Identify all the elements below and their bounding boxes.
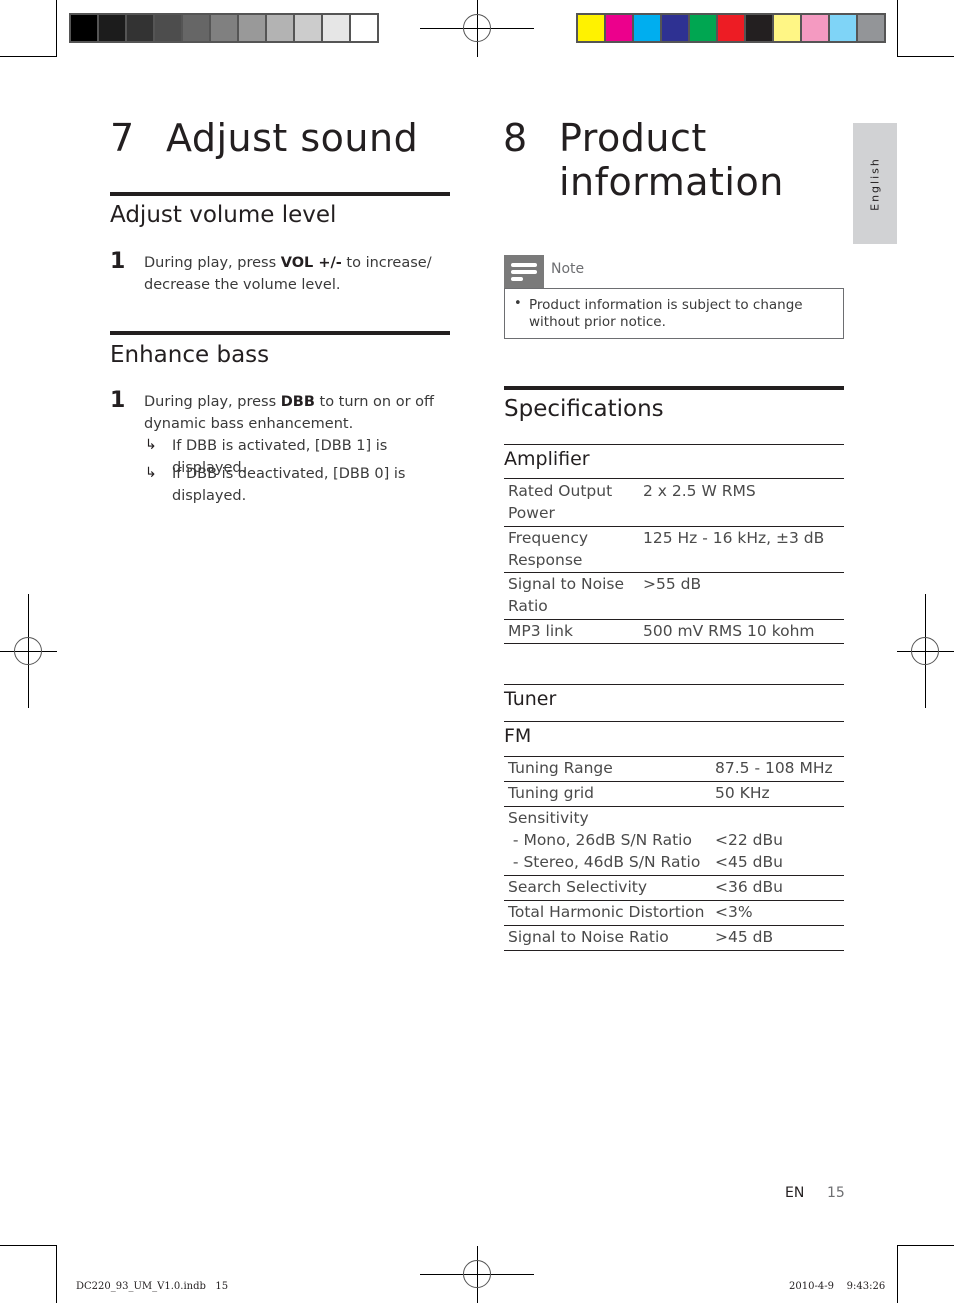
spec-label: MP3 link <box>508 622 573 640</box>
process-color-bar <box>576 13 886 43</box>
gray-swatch <box>323 15 349 41</box>
spec-row: Tuning Range 87.5 - 108 MHz <box>504 757 844 782</box>
note-text: Product information is subject to change… <box>529 297 803 330</box>
spec-label: Signal to Noise Ratio <box>508 928 669 946</box>
gray-swatch <box>71 15 97 41</box>
gray-swatch <box>211 15 237 41</box>
step-text-volume: During play, press VOL +/- to increase/ … <box>144 252 444 296</box>
gray-swatch <box>239 15 265 41</box>
spec-row: Search Selectivity <36 dBu <box>504 876 844 901</box>
color-swatch <box>662 15 688 41</box>
spec-value: 500 mV RMS 10 kohm <box>643 622 815 640</box>
spec-label: Tuning Range <box>508 759 613 777</box>
spec-value: 50 KHz <box>715 784 770 802</box>
spec-value: >45 dB <box>715 928 774 946</box>
section-divider <box>110 331 450 335</box>
table-divider <box>504 444 844 445</box>
spec-value: >55 dB <box>643 575 702 593</box>
gray-swatch <box>99 15 125 41</box>
fm-band-heading: FM <box>504 725 532 747</box>
spec-label: Total Harmonic Distortion <box>508 903 705 921</box>
spec-row: Frequency Response 125 Hz - 16 kHz, ±3 dB <box>504 526 844 573</box>
color-swatch <box>858 15 884 41</box>
table-divider <box>504 684 844 685</box>
spec-label: Tuning grid <box>508 784 595 802</box>
spec-label: - Stereo, 46dB S/N Ratio <box>508 853 701 871</box>
color-swatch <box>746 15 772 41</box>
color-swatch <box>634 15 660 41</box>
spec-row: Sensitivity - Mono, 26dB S/N Ratio <22 dB… <box>504 807 844 876</box>
note-label: Note <box>551 261 585 277</box>
slug-filename: DC220_93_UM_V1.0.indb 15 <box>76 1281 229 1292</box>
spec-value: 2 x 2.5 W RMS <box>643 482 756 500</box>
color-swatch <box>774 15 800 41</box>
chapter-7-title: 7 Adjust sound <box>110 116 418 160</box>
chapter-title-line2: information <box>559 160 784 204</box>
specifications-heading: Specifications <box>504 396 664 422</box>
gray-swatch <box>267 15 293 41</box>
result-text: If DBB is deactivated, [DBB 0] is displa… <box>172 466 406 504</box>
tuner-heading: Tuner <box>504 688 557 710</box>
spec-label: Frequency Response <box>508 529 589 569</box>
color-swatch <box>578 15 604 41</box>
spec-row: MP3 link 500 mV RMS 10 kohm <box>504 619 844 644</box>
spec-row: Rated Output Power 2 x 2.5 W RMS <box>504 479 844 527</box>
color-swatch <box>802 15 828 41</box>
note-box: • Product information is subject to chan… <box>504 288 844 339</box>
step-number: 1 <box>110 388 126 413</box>
spec-row: Total Harmonic Distortion <3% <box>504 901 844 926</box>
key-dbb: DBB <box>280 394 315 410</box>
key-vol: VOL +/- <box>280 255 342 271</box>
spec-value: <22 dBu <box>715 831 783 849</box>
chapter-number: 7 <box>110 116 135 160</box>
note-icon <box>504 255 544 288</box>
spec-label: - Mono, 26dB S/N Ratio <box>508 831 692 849</box>
bullet: • <box>514 296 522 311</box>
section-divider <box>110 192 450 196</box>
gray-swatch <box>351 15 377 41</box>
spec-row: Tuning grid 50 KHz <box>504 782 844 807</box>
footer-language: EN <box>785 1185 805 1201</box>
step-text-pre: During play, press <box>144 255 281 271</box>
language-tab: English <box>853 123 897 244</box>
result-arrow-icon: ↳ <box>145 437 157 453</box>
spec-value: <45 dBu <box>715 853 783 871</box>
spec-value: 125 Hz - 16 kHz, ±3 dB <box>643 529 825 547</box>
spec-row: Signal to Noise Ratio >55 dB <box>504 572 844 620</box>
gray-swatch <box>127 15 153 41</box>
amplifier-heading: Amplifier <box>504 448 590 470</box>
spec-label: Signal to Noise Ratio <box>508 575 625 615</box>
slug-timestamp: 2010-4-9 9:43:26 <box>789 1281 886 1292</box>
gray-swatch <box>155 15 181 41</box>
step-text-dbb: During play, press DBB to turn on or off… <box>144 391 444 435</box>
spec-label: Search Selectivity <box>508 878 648 896</box>
step-number: 1 <box>110 249 126 274</box>
grayscale-color-bar <box>69 13 379 43</box>
page-number: 15 <box>827 1185 845 1201</box>
table-divider <box>504 721 844 722</box>
color-swatch <box>690 15 716 41</box>
gray-swatch <box>295 15 321 41</box>
chapter-number: 8 <box>503 116 528 160</box>
color-swatch <box>718 15 744 41</box>
color-swatch <box>830 15 856 41</box>
chapter-title: Adjust sound <box>166 116 419 160</box>
gray-swatch <box>183 15 209 41</box>
section-divider <box>504 386 844 390</box>
step-text-pre: During play, press <box>144 394 281 410</box>
chapter-title-line1: Product <box>559 116 707 160</box>
spec-row: Signal to Noise Ratio >45 dB <box>504 926 844 951</box>
spec-label: Sensitivity <box>508 809 589 827</box>
color-swatch <box>606 15 632 41</box>
spec-value: 87.5 - 108 MHz <box>715 759 833 777</box>
chapter-8-title: 8 Product <box>503 116 707 160</box>
result-arrow-icon: ↳ <box>145 465 157 481</box>
section-heading-adjust-volume: Adjust volume level <box>110 202 337 228</box>
section-heading-enhance-bass: Enhance bass <box>110 342 270 368</box>
spec-value: <36 dBu <box>715 878 783 896</box>
spec-label: Rated Output Power <box>508 482 613 522</box>
spec-value: <3% <box>715 903 753 921</box>
language-tab-label: English <box>868 156 882 211</box>
